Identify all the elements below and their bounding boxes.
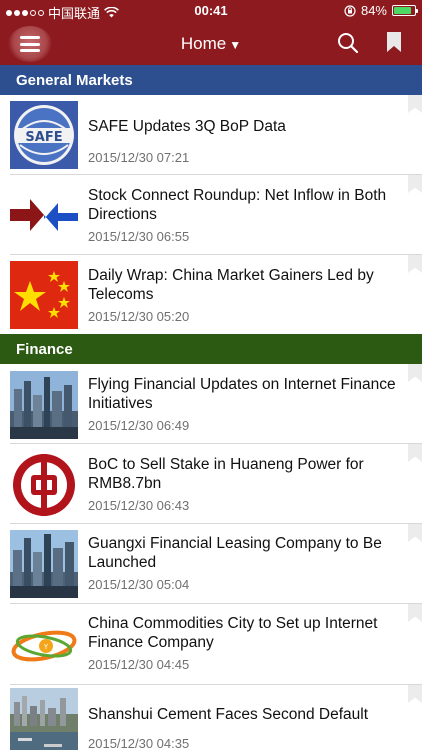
bookmark-ribbon-icon[interactable] bbox=[408, 95, 422, 113]
article-headline: Guangxi Financial Leasing Company to Be … bbox=[88, 535, 382, 571]
flow-arrows-thumbnail bbox=[10, 181, 78, 249]
article-headline: SAFE Updates 3Q BoP Data bbox=[88, 118, 286, 135]
article-headline: Shanshui Cement Faces Second Default bbox=[88, 706, 369, 723]
article-item[interactable]: Y China Commodities City to Set up Inter… bbox=[10, 604, 422, 685]
article-date: 2015/12/30 06:43 bbox=[88, 498, 190, 513]
article-headline: Daily Wrap: China Market Gainers Led by … bbox=[88, 267, 374, 303]
battery-percent: 84% bbox=[360, 3, 387, 18]
article-item[interactable]: BoC to Sell Stake in Huaneng Power for R… bbox=[10, 444, 422, 524]
boc-logo-thumbnail bbox=[10, 451, 78, 519]
status-bar: 中国联通 00:41 84% bbox=[0, 0, 422, 22]
article-date: 2015/12/30 06:55 bbox=[88, 229, 190, 244]
article-item[interactable]: Guangxi Financial Leasing Company to Be … bbox=[10, 524, 422, 604]
article-item[interactable]: Flying Financial Updates on Internet Fin… bbox=[10, 364, 422, 444]
svg-text:SAFE: SAFE bbox=[25, 130, 62, 145]
article-headline: Stock Connect Roundup: Net Inflow in Bot… bbox=[88, 187, 387, 223]
nav-title: Home bbox=[180, 34, 227, 53]
city-skyline-thumbnail bbox=[10, 371, 78, 439]
search-icon[interactable] bbox=[337, 32, 359, 54]
article-item[interactable]: SAFE SAFE Updates 3Q BoP Data 2015/12/30… bbox=[10, 95, 422, 175]
article-date: 2015/12/30 04:35 bbox=[88, 736, 190, 750]
article-date: 2015/12/30 04:45 bbox=[88, 657, 190, 672]
article-item[interactable]: Shanshui Cement Faces Second Default 201… bbox=[10, 685, 422, 750]
article-headline: China Commodities City to Set up Interne… bbox=[88, 615, 378, 651]
section-header-finance: Finance bbox=[0, 334, 422, 364]
top-bar: 中国联通 00:41 84% Home ▼ bbox=[0, 0, 422, 65]
article-item[interactable]: Stock Connect Roundup: Net Inflow in Bot… bbox=[10, 175, 422, 255]
bookmark-icon[interactable] bbox=[386, 31, 402, 53]
article-date: 2015/12/30 06:49 bbox=[88, 418, 190, 433]
svg-text:Y: Y bbox=[43, 643, 49, 651]
nav-bar: Home ▼ bbox=[0, 22, 422, 65]
article-item[interactable]: Daily Wrap: China Market Gainers Led by … bbox=[10, 255, 422, 334]
safe-logo-thumbnail: SAFE bbox=[10, 101, 78, 169]
article-date: 2015/12/30 07:21 bbox=[88, 150, 190, 165]
orbit-logo-thumbnail: Y bbox=[10, 610, 78, 678]
article-date: 2015/12/30 05:20 bbox=[88, 309, 190, 324]
article-headline: Flying Financial Updates on Internet Fin… bbox=[88, 376, 396, 412]
bookmark-ribbon-icon[interactable] bbox=[408, 685, 422, 703]
article-headline: BoC to Sell Stake in Huaneng Power for R… bbox=[88, 456, 364, 492]
section-header-general-markets: General Markets bbox=[0, 65, 422, 95]
rotation-lock-icon bbox=[344, 4, 356, 17]
battery-icon bbox=[392, 5, 418, 16]
harbor-photo-thumbnail bbox=[10, 688, 78, 750]
dropdown-caret-icon: ▼ bbox=[229, 38, 242, 52]
city-skyline-thumbnail bbox=[10, 530, 78, 598]
china-flag-thumbnail bbox=[10, 261, 78, 329]
article-date: 2015/12/30 05:04 bbox=[88, 577, 190, 592]
